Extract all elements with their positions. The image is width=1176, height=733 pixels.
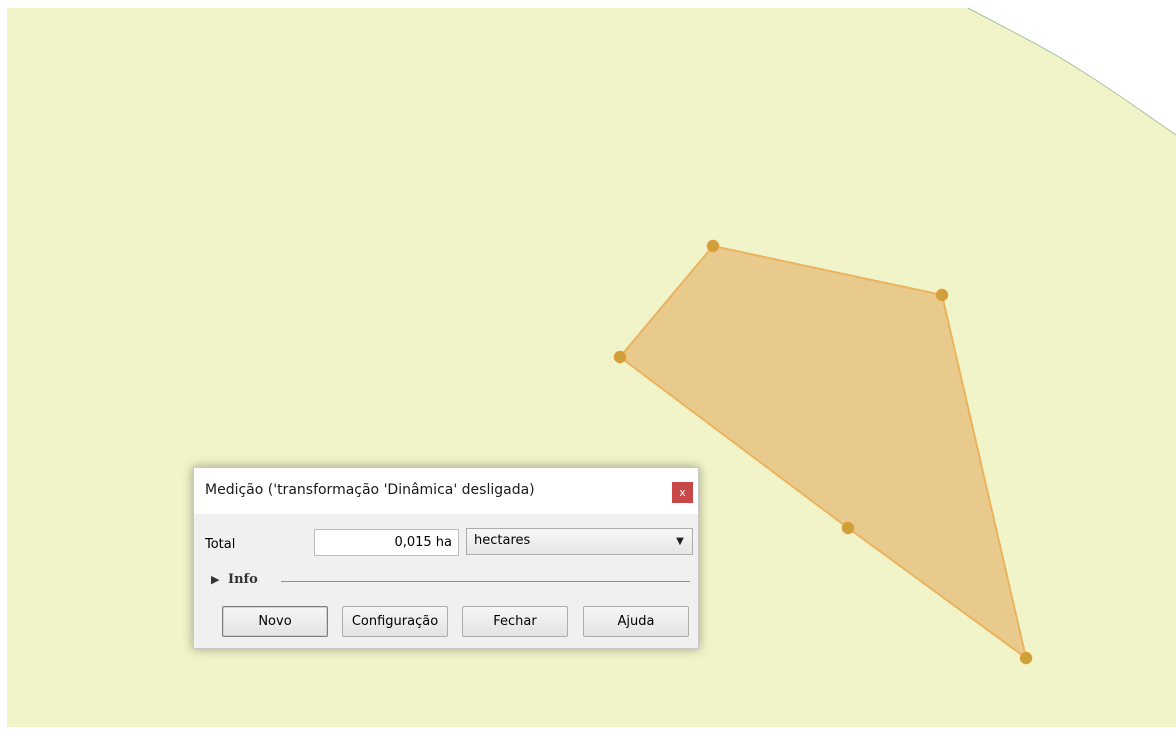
help-button[interactable]: Ajuda [583,606,689,637]
dialog-title: Medição ('transformação 'Dinâmica' desli… [205,482,535,498]
info-divider [281,581,690,582]
vertex-point[interactable] [841,521,855,535]
close-icon[interactable]: x [672,482,693,503]
dialog-titlebar[interactable]: Medição ('transformação 'Dinâmica' desli… [194,468,698,514]
total-label: Total [205,537,236,552]
vertex-point[interactable] [613,350,627,364]
chevron-down-icon[interactable]: ▼ [672,534,688,550]
vertex-point[interactable] [706,239,720,253]
close-glyph: x [679,486,686,499]
info-section[interactable]: ▶ Info [211,572,690,590]
vertex-point[interactable] [935,288,949,302]
close-button[interactable]: Fechar [462,606,568,637]
total-value-field[interactable]: 0,015 ha [314,529,459,556]
info-label[interactable]: Info [228,572,258,587]
new-button[interactable]: Novo [222,606,328,637]
triangle-right-icon[interactable]: ▶ [211,573,219,586]
vertex-point[interactable] [1019,651,1033,665]
unit-select[interactable]: hectares ▼ [466,528,693,555]
measure-dialog: Medição ('transformação 'Dinâmica' desli… [193,467,699,649]
config-button[interactable]: Configuração [342,606,448,637]
unit-select-value: hectares [474,533,531,548]
